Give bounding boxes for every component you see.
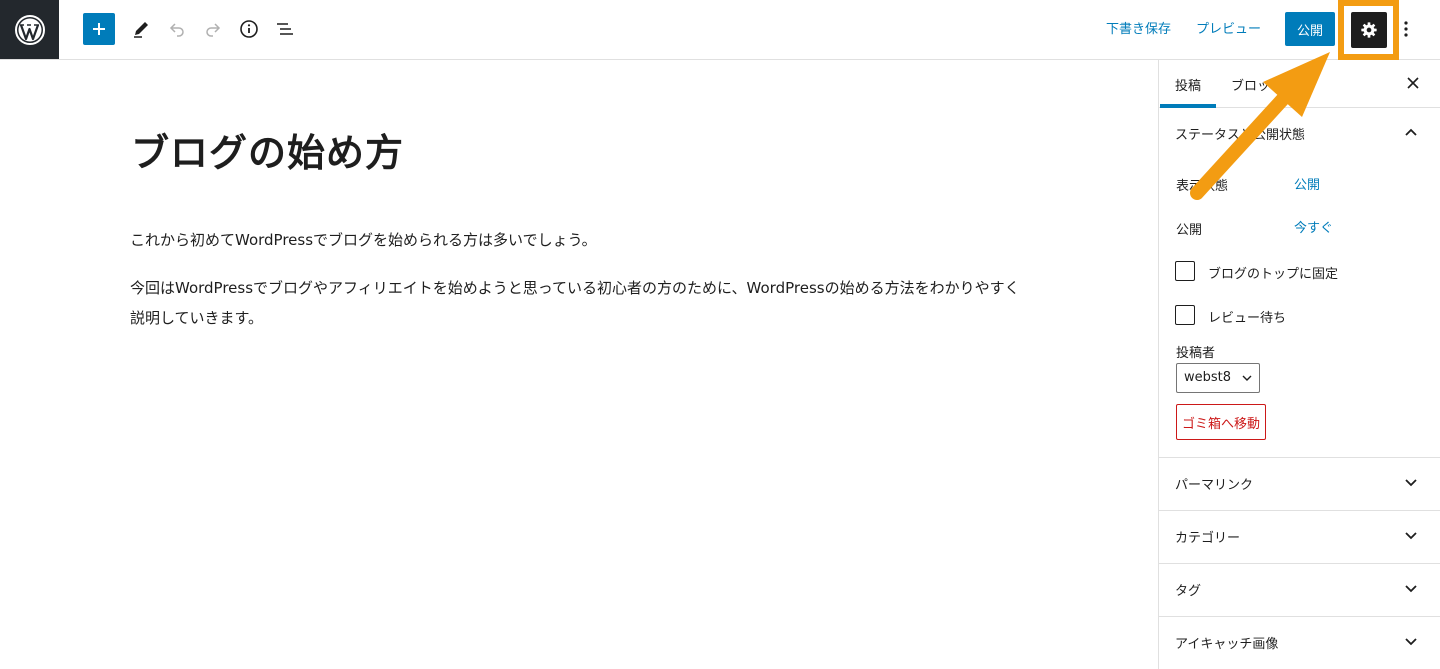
sticky-checkbox-label[interactable]: ブログのトップに固定 bbox=[1208, 263, 1338, 282]
tags-panel-title: タグ bbox=[1175, 584, 1202, 599]
tags-panel-header[interactable]: タグ bbox=[1159, 564, 1440, 616]
permalink-panel-title: パーマリンク bbox=[1175, 478, 1254, 493]
pending-review-label[interactable]: レビュー待ち bbox=[1208, 307, 1286, 326]
settings-sidebar: 投稿 ブロック ステータスと公開状態 表示状態 公開 公開 今すぐ ブログのトッ… bbox=[1158, 60, 1440, 669]
move-to-trash-button[interactable]: ゴミ箱へ移動 bbox=[1176, 404, 1266, 440]
publish-date-toggle[interactable]: 今すぐ bbox=[1294, 217, 1333, 236]
pencil-icon bbox=[134, 22, 148, 38]
close-sidebar-button[interactable] bbox=[1403, 73, 1423, 93]
chevron-down-icon bbox=[1403, 474, 1419, 490]
visibility-label: 表示状態 bbox=[1176, 179, 1229, 194]
settings-button[interactable] bbox=[1344, 6, 1393, 54]
author-select[interactable]: webst8 bbox=[1176, 363, 1260, 393]
paragraph-block[interactable]: 今回はWordPressでブログやアフィリエイトを始めようと思っている初心者の方… bbox=[130, 273, 1030, 333]
post-title[interactable]: ブログの始め方 bbox=[131, 122, 404, 177]
paragraph-block[interactable]: これから初めてWordPressでブログを始められる方は多いでしょう。 bbox=[130, 225, 1030, 255]
list-outline-icon bbox=[277, 23, 293, 35]
settings-button-inner bbox=[1350, 12, 1387, 48]
info-icon bbox=[240, 20, 258, 38]
publish-button[interactable]: 公開 bbox=[1285, 12, 1335, 46]
categories-panel-title: カテゴリー bbox=[1175, 531, 1241, 546]
chevron-down-icon bbox=[1403, 527, 1419, 543]
undo-button[interactable] bbox=[160, 13, 194, 45]
wordpress-logo-button[interactable] bbox=[0, 0, 59, 59]
chevron-down-icon bbox=[1403, 580, 1419, 596]
sidebar-tabs: 投稿 ブロック bbox=[1159, 60, 1440, 108]
tab-block[interactable]: ブロック bbox=[1231, 75, 1283, 94]
add-block-button[interactable] bbox=[83, 13, 115, 45]
tools-button[interactable] bbox=[124, 13, 158, 45]
publish-date-label: 公開 bbox=[1176, 223, 1203, 238]
status-panel-title: ステータスと公開状態 bbox=[1175, 128, 1306, 143]
list-view-button[interactable] bbox=[268, 13, 302, 45]
status-panel-header[interactable]: ステータスと公開状態 bbox=[1159, 108, 1440, 160]
featured-image-panel-title: アイキャッチ画像 bbox=[1175, 637, 1279, 652]
categories-panel-header[interactable]: カテゴリー bbox=[1159, 511, 1440, 563]
sticky-checkbox[interactable] bbox=[1175, 261, 1195, 281]
more-options-button[interactable] bbox=[1398, 14, 1414, 44]
redo-icon bbox=[206, 23, 221, 37]
preview-button[interactable]: プレビュー bbox=[1196, 18, 1261, 37]
more-vertical-icon bbox=[1404, 21, 1408, 37]
gear-icon bbox=[1360, 22, 1377, 38]
tab-post[interactable]: 投稿 bbox=[1175, 75, 1201, 94]
author-label: 投稿者 bbox=[1176, 346, 1216, 361]
plus-icon bbox=[93, 23, 105, 35]
editor-header: 下書き保存 プレビュー 公開 bbox=[0, 0, 1440, 61]
chevron-down-icon bbox=[1241, 372, 1253, 384]
close-icon bbox=[1407, 77, 1419, 89]
wordpress-icon bbox=[14, 14, 45, 45]
undo-icon bbox=[169, 23, 184, 37]
chevron-up-icon bbox=[1403, 124, 1419, 140]
permalink-panel-header[interactable]: パーマリンク bbox=[1159, 458, 1440, 510]
featured-image-panel-header[interactable]: アイキャッチ画像 bbox=[1159, 617, 1440, 669]
editor-canvas: ブログの始め方 これから初めてWordPressでブログを始められる方は多いでし… bbox=[0, 60, 1158, 669]
chevron-down-icon bbox=[1403, 633, 1419, 649]
visibility-toggle[interactable]: 公開 bbox=[1294, 174, 1320, 193]
details-button[interactable] bbox=[232, 13, 266, 45]
author-select-value: webst8 bbox=[1184, 370, 1232, 385]
save-draft-button[interactable]: 下書き保存 bbox=[1106, 18, 1171, 37]
pending-review-checkbox[interactable] bbox=[1175, 305, 1195, 325]
redo-button[interactable] bbox=[196, 13, 230, 45]
